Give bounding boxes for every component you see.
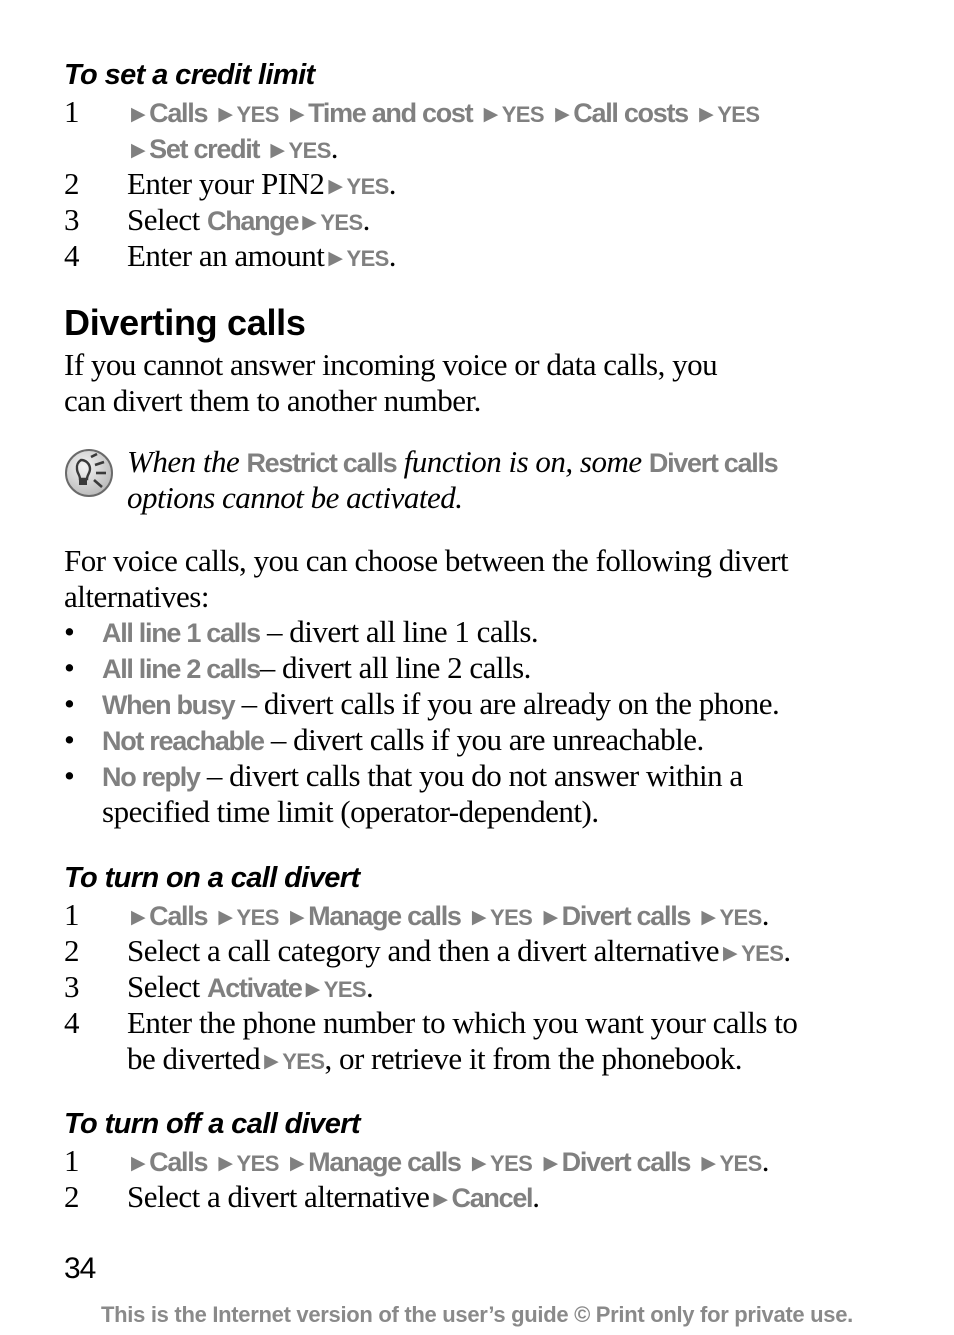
menu-item-manage-calls: Manage calls (308, 901, 462, 931)
step-number: 2 (64, 933, 80, 968)
list-item: • No reply – divert calls that you do no… (64, 758, 743, 793)
menu-item-change: Change (207, 206, 300, 236)
alternative-name: All line 2 calls (102, 654, 261, 684)
yes-key: YES (741, 941, 784, 966)
yes-key: YES (282, 1049, 325, 1074)
alternative-name: Not reachable (102, 726, 265, 756)
bullet-icon: • (64, 758, 75, 793)
list-item: • Not reachable – divert calls if you ar… (64, 722, 704, 757)
divert-alternatives-list: • All line 1 calls – divert all line 1 c… (64, 614, 924, 830)
alternative-name: No reply (102, 762, 201, 792)
arrow-right-icon: ▶ (218, 906, 233, 928)
arrow-right-icon: ▶ (131, 1152, 146, 1174)
arrow-right-icon: ▶ (305, 978, 321, 1000)
step-number: 3 (64, 202, 80, 237)
arrow-right-icon: ▶ (471, 1152, 487, 1174)
yes-key: YES (490, 905, 533, 930)
list-item-cont: specified time limit (operator-dependent… (102, 794, 599, 829)
menu-item-divert-calls: Divert calls (561, 901, 692, 931)
intro-line-2: can divert them to another number. (64, 383, 481, 418)
menu-item-calls: Calls (149, 1147, 208, 1177)
arrow-right-icon: ▶ (131, 103, 146, 125)
menu-item-restrict-calls: Restrict calls (246, 448, 397, 478)
yes-key: YES (501, 102, 545, 127)
bullet-icon: • (64, 614, 75, 649)
arrow-right-icon: ▶ (270, 139, 285, 161)
bullet-icon: • (64, 650, 75, 685)
step-number: 2 (64, 166, 80, 201)
arrow-right-icon: ▶ (699, 103, 714, 125)
intro-line-1: If you cannot answer incoming voice or d… (64, 347, 718, 382)
menu-item-set-credit: Set credit (149, 134, 260, 164)
page-number: 34 (64, 1252, 96, 1285)
arrow-right-icon: ▶ (328, 175, 343, 197)
menu-item-calls: Calls (149, 98, 208, 128)
arrow-right-icon: ▶ (543, 906, 559, 928)
yes-key: YES (236, 102, 280, 127)
arrow-right-icon: ▶ (264, 1050, 279, 1072)
arrow-right-icon: ▶ (483, 103, 499, 125)
step-number: 4 (64, 1005, 80, 1040)
turn-off-heading: To turn off a call divert (64, 1108, 361, 1140)
list-item: • When busy – divert calls if you are al… (64, 686, 780, 721)
arrow-right-icon: ▶ (302, 211, 317, 233)
menu-item-call-costs: Call costs (573, 98, 689, 128)
arrow-right-icon: ▶ (328, 247, 343, 269)
step-number: 2 (64, 1179, 80, 1214)
alternative-name: All line 1 calls (102, 618, 261, 648)
step-number: 1 (64, 897, 80, 932)
alternative-name: When busy (102, 690, 236, 720)
arrow-right-icon: ▶ (131, 906, 146, 928)
lightbulb-tip-icon (65, 449, 113, 497)
menu-item-divert-calls: Divert calls (648, 448, 779, 478)
step-number: 3 (64, 969, 80, 1004)
yes-key: YES (346, 246, 390, 271)
yes-key: YES (346, 174, 390, 199)
arrow-right-icon: ▶ (218, 103, 233, 125)
arrow-right-icon: ▶ (555, 103, 570, 125)
credit-limit-heading: To set a credit limit (64, 59, 315, 91)
yes-key: YES (320, 210, 363, 235)
yes-key: YES (490, 1151, 533, 1176)
voice-line-1: For voice calls, you can choose between … (64, 543, 789, 578)
footer-notice: This is the Internet version of the user… (101, 1302, 853, 1327)
section-title: Diverting calls (64, 302, 306, 343)
bullet-icon: • (64, 722, 75, 757)
arrow-right-icon: ▶ (471, 906, 487, 928)
list-item: • All line 2 calls– divert all line 2 ca… (64, 650, 531, 685)
arrow-right-icon: ▶ (290, 906, 305, 928)
step-number: 4 (64, 238, 80, 273)
arrow-right-icon: ▶ (290, 103, 305, 125)
yes-key: YES (719, 1151, 762, 1176)
yes-key: YES (323, 977, 367, 1002)
note-line-2: options cannot be activated. (127, 480, 463, 515)
yes-key: YES (717, 102, 760, 127)
yes-key: YES (236, 905, 280, 930)
menu-item-activate: Activate (207, 973, 303, 1003)
yes-key: YES (236, 1151, 280, 1176)
arrow-right-icon: ▶ (701, 1152, 716, 1174)
arrow-right-icon: ▶ (701, 906, 716, 928)
voice-line-2: alternatives: (64, 579, 210, 614)
bullet-icon: • (64, 686, 75, 721)
turn-on-heading: To turn on a call divert (64, 862, 360, 894)
arrow-right-icon: ▶ (433, 1188, 448, 1210)
menu-item-time-and-cost: Time and cost (308, 98, 473, 128)
menu-item-calls: Calls (149, 901, 208, 931)
yes-key: YES (719, 905, 762, 930)
menu-item-manage-calls: Manage calls (308, 1147, 462, 1177)
arrow-right-icon: ▶ (543, 1152, 559, 1174)
menu-item-divert-calls: Divert calls (561, 1147, 692, 1177)
arrow-right-icon: ▶ (290, 1152, 305, 1174)
yes-key: YES (288, 138, 332, 163)
arrow-right-icon: ▶ (722, 942, 738, 964)
arrow-right-icon: ▶ (131, 139, 146, 161)
step-number: 1 (64, 94, 80, 129)
list-item: • All line 1 calls – divert all line 1 c… (64, 614, 539, 649)
step-number: 1 (64, 1143, 80, 1178)
menu-item-cancel: Cancel (451, 1183, 534, 1213)
arrow-right-icon: ▶ (218, 1152, 233, 1174)
